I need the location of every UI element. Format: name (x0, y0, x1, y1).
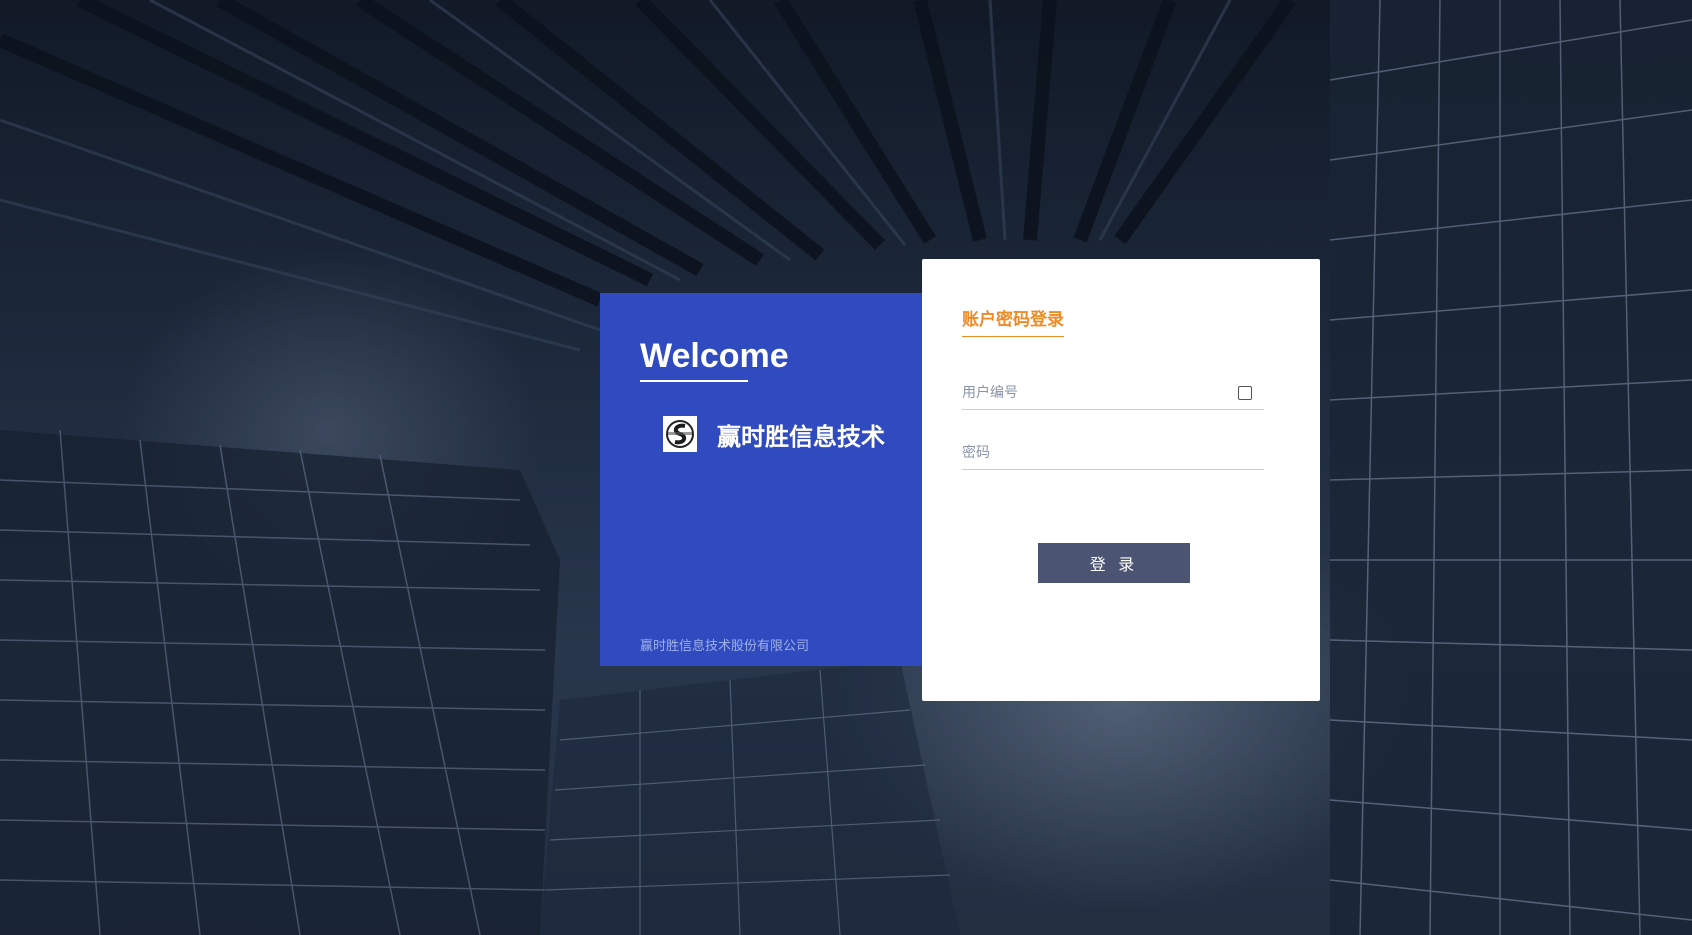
password-field-wrapper (962, 436, 1264, 470)
username-field-wrapper (962, 376, 1264, 410)
company-name: 赢时胜信息技术股份有限公司 (640, 639, 810, 654)
checkbox-icon[interactable] (1238, 386, 1252, 400)
login-panel: 账户密码登录 登 录 (922, 259, 1320, 701)
brand-row: 赢时胜信息技术 (663, 416, 885, 452)
login-button[interactable]: 登 录 (1038, 543, 1190, 583)
welcome-title: Welcome (640, 337, 789, 375)
company-logo-icon (663, 416, 697, 452)
username-input[interactable] (962, 382, 1232, 404)
brand-name: 赢时胜信息技术 (717, 422, 885, 451)
welcome-underline (640, 380, 748, 382)
tab-account-password-login[interactable]: 账户密码登录 (962, 305, 1064, 337)
welcome-panel: Welcome 赢时胜信息技术 赢时胜信息技术股份有限公司 (600, 293, 922, 666)
password-input[interactable] (962, 442, 1232, 464)
